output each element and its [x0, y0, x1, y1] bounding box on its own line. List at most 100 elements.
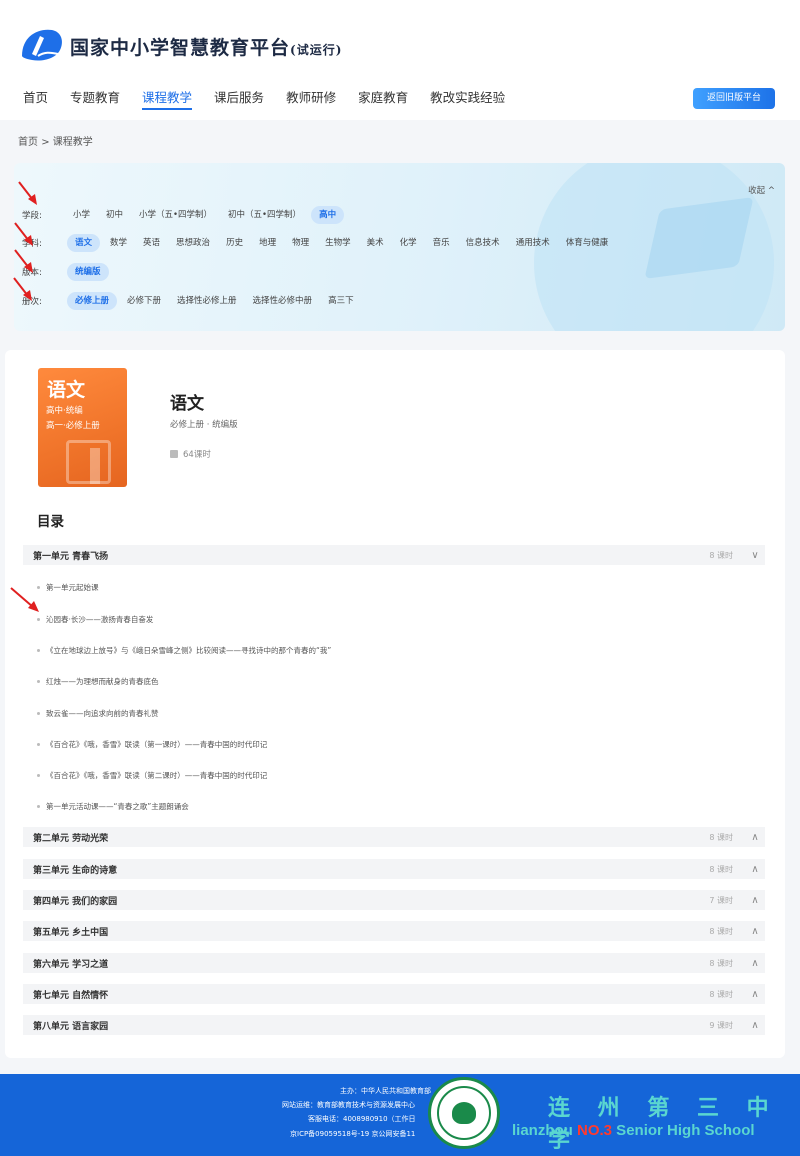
filter-row-subject: 学科: 语文 数学 英语 思想政治 历史 地理 物理 生物学 美术 化学 音乐 …: [22, 234, 618, 252]
filter-option[interactable]: 英语: [137, 234, 166, 252]
filter-option[interactable]: 通用技术: [510, 234, 556, 252]
unit-hours: 9 课时: [709, 1020, 733, 1030]
filter-option-selected[interactable]: 必修上册: [67, 292, 118, 310]
chevron-up-icon[interactable]: ∧: [745, 958, 765, 969]
bullet-dot: [37, 649, 40, 652]
chevron-up-icon[interactable]: ∧: [745, 864, 765, 875]
filter-option[interactable]: 音乐: [427, 234, 456, 252]
unit-row-4[interactable]: 第四单元 我们的家园 7 课时 ∧: [23, 890, 765, 910]
filter-option[interactable]: 思想政治: [170, 234, 216, 252]
collapse-button[interactable]: 收起 ^: [748, 184, 775, 196]
nav-family-education[interactable]: 家庭教育: [347, 90, 419, 112]
cover-title: 语文: [47, 379, 86, 401]
filter-label: 学段:: [22, 211, 42, 221]
unit-hours: 8 课时: [709, 926, 733, 936]
chevron-up-icon[interactable]: ∧: [745, 832, 765, 843]
filter-option[interactable]: 选择性必修上册: [171, 292, 243, 310]
book-icon: [170, 450, 178, 458]
filter-option-selected[interactable]: 语文: [67, 234, 101, 252]
breadcrumb: 首页 > 课程教学: [18, 133, 93, 148]
filter-option[interactable]: 物理: [286, 234, 315, 252]
lesson-item[interactable]: 《立在地球边上放号》与《峨日朵雪峰之侧》比较阅读——寻找诗中的那个青春的“我”: [37, 645, 331, 656]
filter-option[interactable]: 信息技术: [460, 234, 506, 252]
filter-option[interactable]: 美术: [361, 234, 390, 252]
filter-option[interactable]: 高三下: [322, 292, 360, 310]
unit-hours: 8 课时: [709, 864, 733, 874]
cover-decoration: [90, 448, 100, 484]
unit-title: 第五单元 乡土中国: [33, 927, 109, 938]
filter-option[interactable]: 体育与健康: [560, 234, 615, 252]
filter-option[interactable]: 初中（五•四学制）: [222, 206, 307, 224]
unit-row-3[interactable]: 第三单元 生命的诗意 8 课时 ∧: [23, 859, 765, 879]
filter-option[interactable]: 小学（五•四学制）: [133, 206, 218, 224]
footer-icp[interactable]: 京ICP备09059518号-19 京公网安备11: [290, 1129, 415, 1139]
filter-option[interactable]: 数学: [104, 234, 133, 252]
book-cover[interactable]: 语文 高中·统编 高一·必修上册: [38, 368, 127, 487]
unit-row-6[interactable]: 第六单元 学习之道 8 课时 ∧: [23, 953, 765, 973]
bullet-dot: [37, 805, 40, 808]
chevron-up-icon[interactable]: ∧: [745, 895, 765, 906]
red-arrow-annotation-icon: [14, 249, 33, 273]
red-arrow-annotation-icon: [18, 181, 37, 205]
unit-title: 第七单元 自然情怀: [33, 990, 109, 1001]
unit-row-8[interactable]: 第八单元 语言家园 9 课时 ∧: [23, 1015, 765, 1035]
top-header: 国家中小学智慧教育平台(试运行) 首页 专题教育 课程教学 课后服务 教师研修 …: [0, 0, 800, 120]
lesson-item[interactable]: 沁园春·长沙——激扬青春自奋发: [37, 614, 153, 625]
footer-operator: 网站运维：教育部教育技术与资源发展中心: [282, 1101, 415, 1109]
unit-title: 第三单元 生命的诗意: [33, 865, 118, 876]
breadcrumb-home[interactable]: 首页: [18, 137, 38, 148]
school-name-en: lianzhou NO.3 Senior High School: [512, 1122, 755, 1139]
filter-option[interactable]: 地理: [253, 234, 282, 252]
nav-reform-practice[interactable]: 教改实践经验: [419, 90, 516, 112]
chevron-up-icon[interactable]: ∧: [745, 926, 765, 937]
nav-teacher-training[interactable]: 教师研修: [275, 90, 347, 112]
lesson-item[interactable]: 《百合花》《哦，香雪》联读（第二课时）——青春中国的时代印记: [37, 770, 267, 781]
nav-home[interactable]: 首页: [12, 90, 59, 112]
nav-course-teaching[interactable]: 课程教学: [131, 90, 203, 112]
book-subtitle: 必修上册 · 统编版: [170, 420, 238, 430]
lesson-item[interactable]: 第一单元起始课: [37, 582, 99, 593]
lesson-item[interactable]: 第一单元活动课——“青春之歌”主题朗诵会: [37, 801, 189, 812]
unit-row-7[interactable]: 第七单元 自然情怀 8 课时 ∧: [23, 984, 765, 1004]
filter-panel: 收起 ^ 学段: 小学 初中 小学（五•四学制） 初中（五•四学制） 高中 学科…: [14, 163, 785, 331]
chevron-up-icon[interactable]: ∧: [745, 989, 765, 1000]
cover-decoration: [66, 440, 111, 484]
chevron-down-icon[interactable]: ∨: [745, 550, 765, 561]
nav-after-school[interactable]: 课后服务: [203, 90, 275, 112]
unit-hours: 8 课时: [709, 958, 733, 968]
bullet-dot: [37, 774, 40, 777]
filter-option[interactable]: 历史: [220, 234, 249, 252]
lesson-item[interactable]: 致云雀——向追求向前的青春礼赞: [37, 708, 159, 719]
filter-option[interactable]: 选择性必修中册: [247, 292, 319, 310]
return-old-platform-button[interactable]: 返回旧版平台: [693, 88, 775, 109]
bullet-dot: [37, 712, 40, 715]
book-hours: 64课时: [170, 448, 211, 460]
unit-row-1[interactable]: 第一单元 青春飞扬 8 课时 ∨: [23, 545, 765, 565]
unit-title: 第六单元 学习之道: [33, 959, 109, 970]
toc-title: 目录: [37, 514, 64, 530]
platform-logo-icon: [22, 29, 62, 61]
filter-option[interactable]: 化学: [394, 234, 423, 252]
filter-option-selected[interactable]: 统编版: [67, 263, 109, 281]
filter-option[interactable]: 必修下册: [121, 292, 167, 310]
lesson-item[interactable]: 红烛——为理想而献身的青春底色: [37, 676, 159, 687]
unit-row-5[interactable]: 第五单元 乡土中国 8 课时 ∧: [23, 921, 765, 941]
book-title: 语文: [170, 394, 204, 414]
lesson-item[interactable]: 《百合花》《哦，香雪》联读（第一课时）——青春中国的时代印记: [37, 739, 267, 750]
red-arrow-annotation-icon: [14, 222, 33, 246]
unit-title: 第二单元 劳动光荣: [33, 833, 109, 844]
filter-option-selected[interactable]: 高中: [311, 206, 345, 224]
chevron-up-icon[interactable]: ∧: [745, 1020, 765, 1031]
unit-title: 第四单元 我们的家园: [33, 896, 118, 907]
site-title[interactable]: 国家中小学智慧教育平台(试运行): [70, 33, 342, 60]
footer-sponsor: 主办：中华人民共和国教育部: [340, 1087, 431, 1095]
school-seal-logo-icon: [428, 1077, 500, 1149]
filter-option[interactable]: 小学: [67, 206, 96, 224]
unit-title: 第八单元 语言家园: [33, 1021, 109, 1032]
filter-option[interactable]: 生物学: [319, 234, 357, 252]
filter-option[interactable]: 初中: [100, 206, 129, 224]
nav-topic-education[interactable]: 专题教育: [59, 90, 131, 112]
unit-row-2[interactable]: 第二单元 劳动光荣 8 课时 ∧: [23, 827, 765, 847]
main-nav: 首页 专题教育 课程教学 课后服务 教师研修 家庭教育 教改实践经验: [12, 90, 516, 112]
unit-hours: 8 课时: [709, 550, 733, 560]
